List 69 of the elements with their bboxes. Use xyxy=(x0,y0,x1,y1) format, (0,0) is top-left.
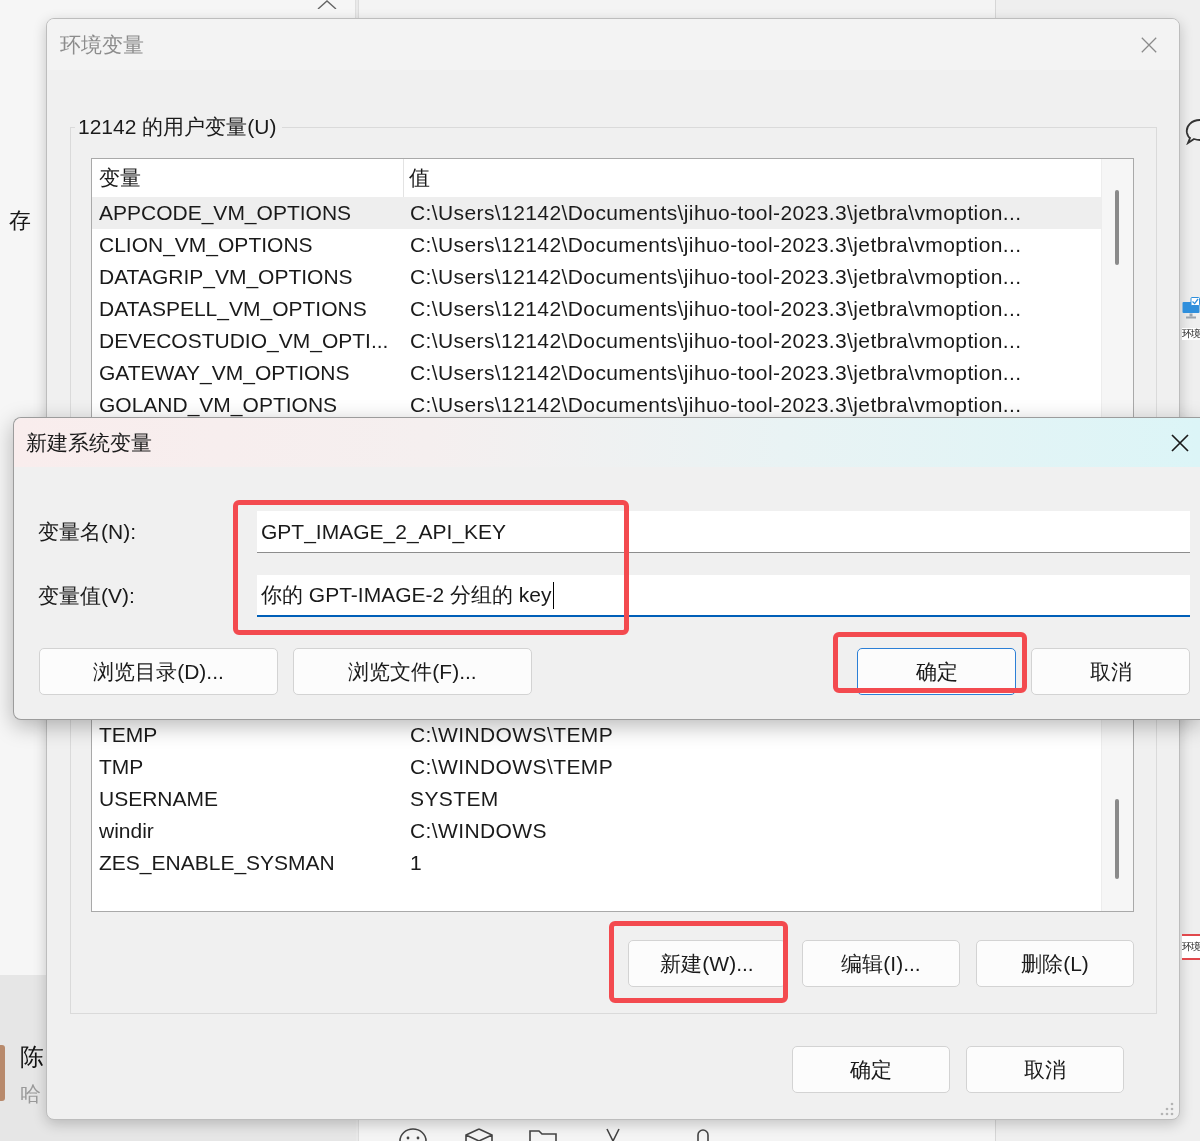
field-label: 变量名(N): xyxy=(38,519,137,545)
table-cell-text: 1 xyxy=(409,850,423,876)
delete-button[interactable]: 删除(L) xyxy=(976,940,1134,987)
avatar-placeholder xyxy=(0,1045,5,1101)
text-field[interactable]: 你的 GPT-IMAGE-2 分组的 key xyxy=(257,575,1190,617)
list-row[interactable]: ZES_ENABLE_SYSMAN 1 xyxy=(92,847,1101,879)
edit-button[interactable]: 编辑(I)... xyxy=(802,940,960,987)
cube-icon[interactable] xyxy=(464,1128,494,1141)
close-icon[interactable] xyxy=(1170,432,1190,453)
table-cell-text: C:\Users\12142\Documents\jihuo-tool-2023.3\jetbra\vmoption... xyxy=(409,392,1022,418)
browse-folder-button[interactable]: 浏览目录(D)... xyxy=(39,648,278,695)
text-cursor-icon xyxy=(552,581,554,609)
column-header[interactable]: 值 xyxy=(404,159,430,197)
list-row[interactable]: TEMP C:\WINDOWS\TEMP xyxy=(92,719,1101,751)
browse-file-button[interactable]: 浏览文件(F)... xyxy=(293,648,532,695)
list-row[interactable]: TMP C:\WINDOWS\TEMP xyxy=(92,751,1101,783)
list-row[interactable]: DATASPELL_VM_OPTIONS C:\Users\12142\Documents\jihuo-tool-2023.3\jetbra\vmoption... xyxy=(92,293,1101,325)
list-row[interactable]: GATEWAY_VM_OPTIONS C:\Users\12142\Documents\jihuo-tool-2023.3\jetbra\vmoption... xyxy=(92,357,1101,389)
list-row[interactable]: DEVECOSTUDIO_VM_OPTI... C:\Users\12142\Documents\jihuo-tool-2023.3\jetbra\vmoption... xyxy=(92,325,1101,357)
table-cell-text: C:\WINDOWS\TEMP xyxy=(409,754,614,780)
table-cell-text: CLION_VM_OPTIONS xyxy=(98,232,314,259)
group-title: 12142 的用户变量(U) xyxy=(77,114,278,140)
table-cell-text: USERNAME xyxy=(98,786,220,812)
caption-text: 环境 xyxy=(1182,328,1200,340)
table-cell-text: TMP xyxy=(98,754,145,780)
window-title: 环境变量 xyxy=(60,31,145,58)
new-button[interactable]: 新建(W)... xyxy=(628,940,786,987)
list-row[interactable]: DATAGRIP_VM_OPTIONS C:\Users\12142\Documents\jihuo-tool-2023.3\jetbra\vmoption... xyxy=(92,261,1101,293)
table-cell-text: DEVECOSTUDIO_VM_OPTI... xyxy=(98,328,390,355)
monitor-icon xyxy=(1182,297,1200,319)
setting-label: 存 xyxy=(9,208,31,234)
table-cell-text: DATASPELL_VM_OPTIONS xyxy=(98,296,368,323)
thumbnail-label: 环境 xyxy=(1182,934,1200,960)
table-cell-text: windir xyxy=(98,818,155,844)
table-cell-text: SYSTEM xyxy=(409,786,499,812)
table-cell-text: ZES_ENABLE_SYSMAN xyxy=(98,850,336,877)
table-cell-text: C:\Users\12142\Documents\jihuo-tool-2023.3\jetbra\vmoption... xyxy=(409,296,1022,322)
resize-grip-icon[interactable] xyxy=(1160,1102,1174,1116)
smiley-icon[interactable] xyxy=(398,1128,428,1141)
table-cell-text: C:\Users\12142\Documents\jihuo-tool-2023.3\jetbra\vmoption... xyxy=(409,264,1022,290)
table-cell-text: DATAGRIP_VM_OPTIONS xyxy=(98,264,354,291)
scrollbar-thumb[interactable] xyxy=(1115,799,1119,879)
table-cell-text: C:\Users\12142\Documents\jihuo-tool-2023.3\jetbra\vmoption... xyxy=(409,232,1022,258)
table-cell-text: C:\Users\12142\Documents\jihuo-tool-2023.3\jetbra\vmoption... xyxy=(409,360,1022,386)
table-cell-text: TEMP xyxy=(98,722,159,748)
contact-name[interactable]: 陈 xyxy=(20,1042,44,1072)
table-cell-text: C:\WINDOWS xyxy=(409,818,547,844)
table-cell-text: APPCODE_VM_OPTIONS xyxy=(98,200,353,227)
ok-button[interactable]: 确定 xyxy=(792,1046,950,1093)
table-cell-text: GOLAND_VM_OPTIONS xyxy=(98,392,339,419)
chevron-icon[interactable] xyxy=(317,0,337,9)
table-cell-text: GATEWAY_VM_OPTIONS xyxy=(98,360,351,387)
message-preview: 哈 xyxy=(20,1081,41,1107)
table-cell-text: C:\Users\12142\Documents\jihuo-tool-2023.3\jetbra\vmoption... xyxy=(409,328,1022,354)
cancel-button[interactable]: 取消 xyxy=(1031,648,1190,695)
list-row[interactable]: CLION_VM_OPTIONS C:\Users\12142\Documents\jihuo-tool-2023.3\jetbra\vmoption... xyxy=(92,229,1101,261)
chat-bubble-icon[interactable] xyxy=(1184,118,1200,145)
field-label: 变量值(V): xyxy=(38,583,136,609)
scrollbar-thumb[interactable] xyxy=(1115,190,1119,265)
cancel-button[interactable]: 取消 xyxy=(966,1046,1124,1093)
window-title: 新建系统变量 xyxy=(26,429,153,456)
folder-icon[interactable] xyxy=(528,1128,558,1141)
list-row[interactable]: APPCODE_VM_OPTIONS C:\Users\12142\Documents\jihuo-tool-2023.3\jetbra\vmoption... xyxy=(92,197,1101,229)
table-cell-text: C:\WINDOWS\TEMP xyxy=(409,722,614,748)
table-cell-text: C:\Users\12142\Documents\jihuo-tool-2023.3\jetbra\vmoption... xyxy=(409,200,1022,226)
list-row[interactable]: USERNAME SYSTEM xyxy=(92,783,1101,815)
list-row[interactable]: windir C:\WINDOWS xyxy=(92,815,1101,847)
text-field[interactable]: GPT_IMAGE_2_API_KEY xyxy=(257,511,1190,553)
list-row[interactable]: GOLAND_VM_OPTIONS C:\Users\12142\Documents\jihuo-tool-2023.3\jetbra\vmoption... xyxy=(92,389,1101,421)
